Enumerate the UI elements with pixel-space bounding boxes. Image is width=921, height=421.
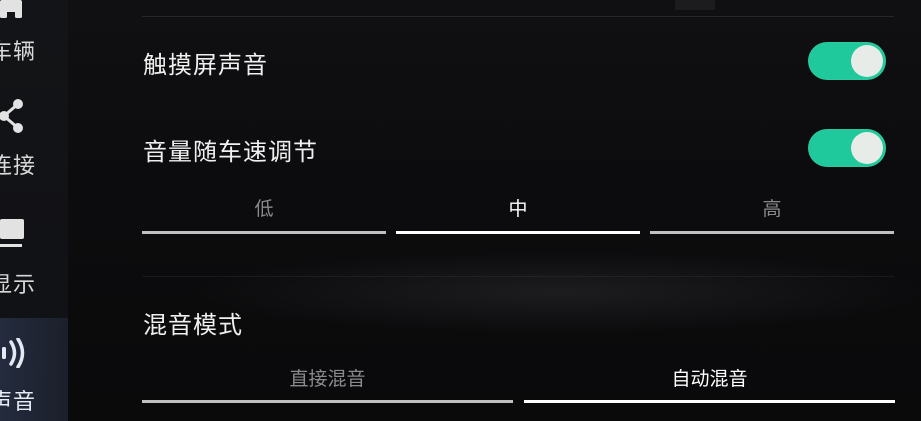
sound-icon bbox=[0, 337, 30, 372]
share-icon bbox=[0, 98, 30, 138]
toggle-knob bbox=[851, 45, 883, 77]
speed-level-mid-underline bbox=[396, 231, 640, 234]
speed-level-low[interactable]: 低 bbox=[142, 194, 386, 221]
speed-level-high-underline bbox=[650, 231, 894, 234]
sidebar-item-label: 车辆 bbox=[0, 40, 37, 65]
sidebar-item-label: 显示 bbox=[0, 273, 37, 298]
mix-mode-auto[interactable]: 自动混音 bbox=[524, 364, 895, 391]
toggle-knob bbox=[851, 132, 883, 164]
mix-mode-direct-underline bbox=[142, 400, 513, 403]
speed-level-mid[interactable]: 中 bbox=[396, 194, 640, 221]
sidebar-item-connect[interactable]: 连接 bbox=[0, 90, 68, 190]
speed-level-high[interactable]: 高 bbox=[650, 194, 894, 221]
speed-volume-label: 音量随车速调节 bbox=[143, 138, 318, 166]
sidebar-item-label: 声音 bbox=[0, 390, 37, 415]
mix-mode-label: 混音模式 bbox=[143, 311, 243, 339]
sidebar: 车辆 连接 显示 声音 bbox=[0, 0, 68, 421]
sidebar-item-display[interactable]: 显示 bbox=[0, 205, 68, 305]
divider bbox=[142, 276, 894, 277]
monitor-icon bbox=[0, 217, 30, 255]
mix-mode-direct[interactable]: 直接混音 bbox=[142, 364, 513, 391]
car-icon bbox=[0, 0, 30, 24]
speed-level-low-underline bbox=[142, 231, 386, 234]
sidebar-item-vehicle[interactable]: 车辆 bbox=[0, 0, 68, 82]
scroll-indicator bbox=[675, 0, 715, 10]
sidebar-item-label: 连接 bbox=[0, 154, 37, 179]
speed-volume-toggle[interactable] bbox=[808, 129, 886, 167]
sidebar-item-sound[interactable]: 声音 bbox=[0, 318, 68, 421]
divider bbox=[142, 16, 894, 17]
touch-sound-label: 触摸屏声音 bbox=[143, 51, 268, 79]
settings-screen: 车辆 连接 显示 声音 触摸屏声音 音量随车速调节 低 中 高 混音模式 直接混… bbox=[0, 0, 921, 421]
touch-sound-toggle[interactable] bbox=[808, 42, 886, 80]
mix-mode-auto-underline bbox=[524, 400, 895, 403]
